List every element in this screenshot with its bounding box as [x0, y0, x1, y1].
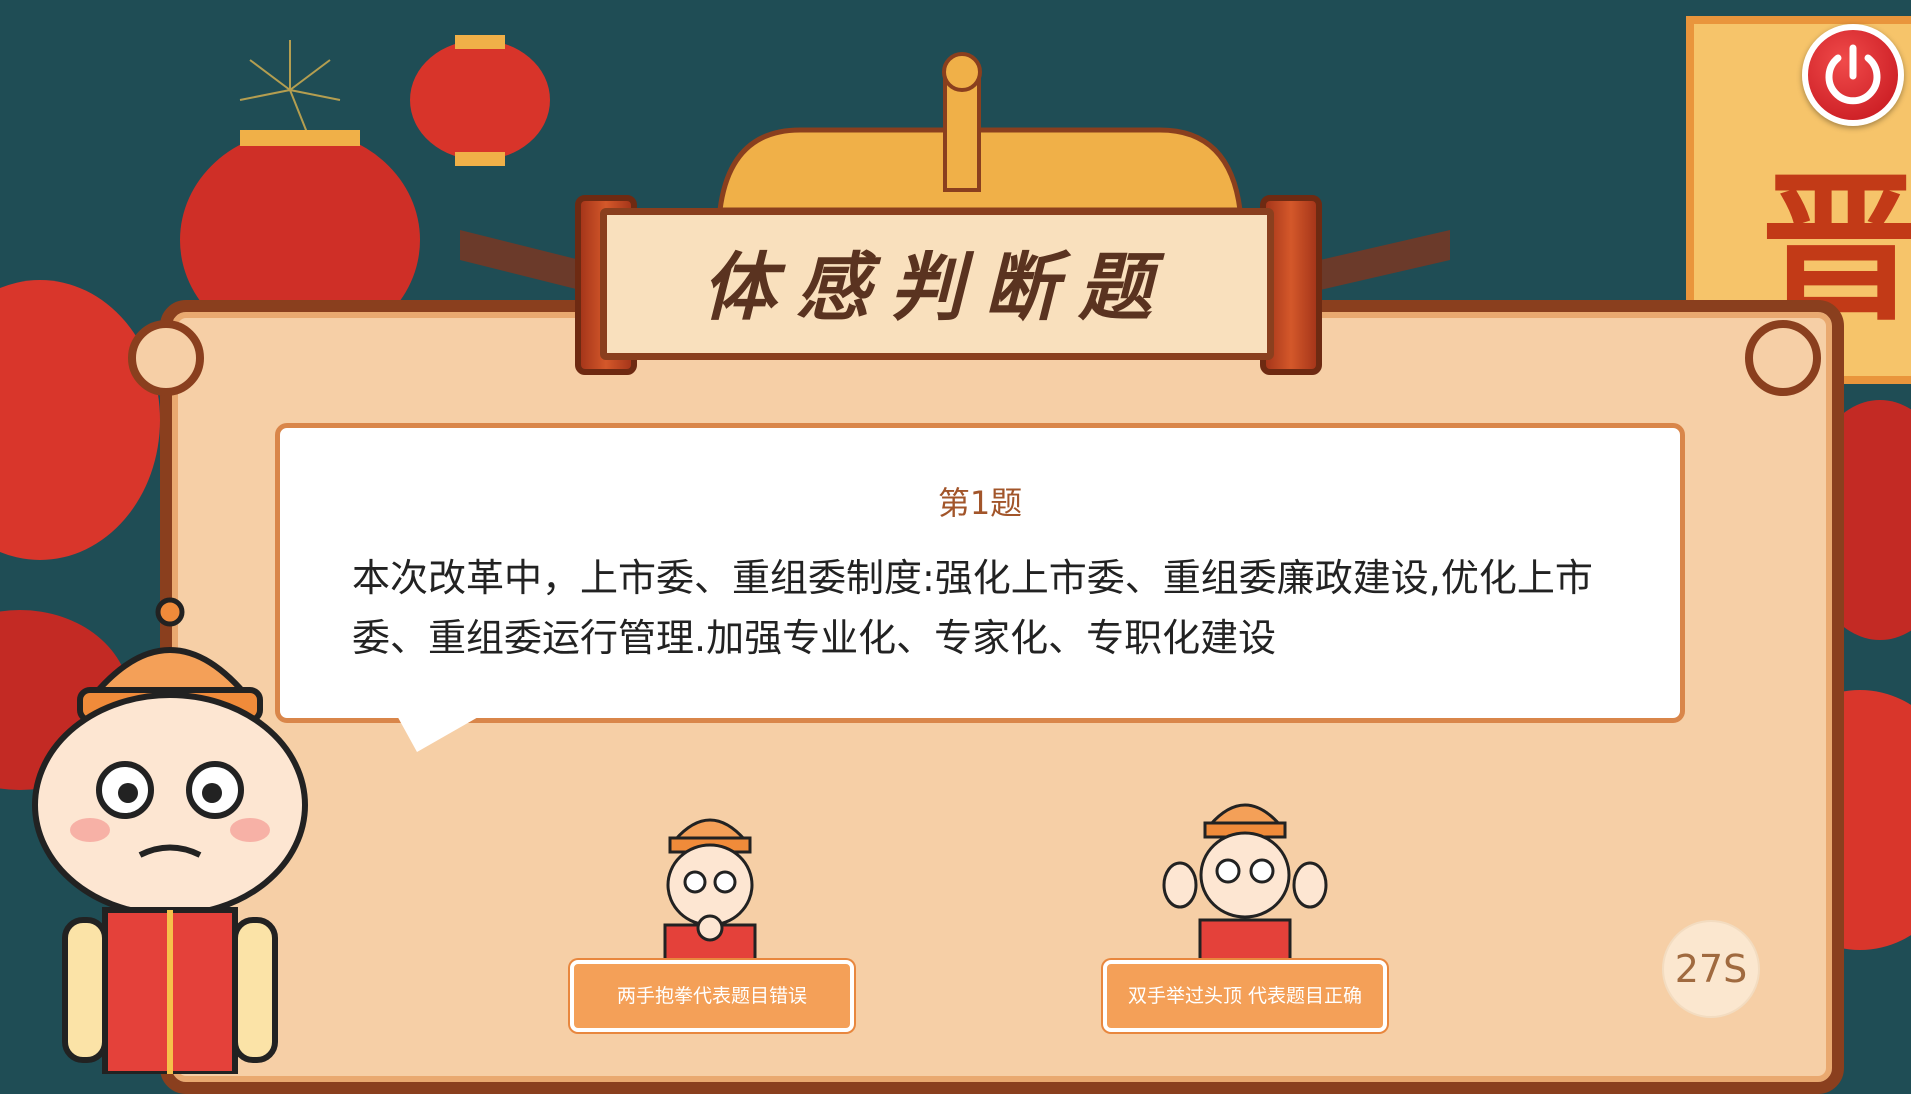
question-card: 第1题 本次改革中，上市委、重组委制度:强化上市委、重组委廉政建设,优化上市委、…: [275, 423, 1685, 723]
frame-corner-left: [128, 320, 204, 396]
speech-bubble-tail: [395, 712, 487, 752]
mascot-fist-icon: [663, 818, 757, 960]
choice-false-button[interactable]: 两手抱拳代表题目错误: [570, 960, 854, 1032]
frame-corner-right: [1745, 320, 1821, 396]
countdown-timer: 27S: [1662, 920, 1760, 1018]
question-text: 本次改革中，上市委、重组委制度:强化上市委、重组委廉政建设,优化上市委、重组委运…: [352, 556, 1593, 660]
choice-true-button[interactable]: 双手举过头顶 代表题目正确: [1103, 960, 1387, 1032]
power-icon: [1825, 44, 1881, 105]
mascot-host-icon: [32, 597, 308, 1074]
power-button[interactable]: [1802, 24, 1904, 126]
question-number: 第1题: [937, 484, 1023, 522]
mascot-arms-up-icon: [1162, 803, 1328, 960]
page-title: 体感判断题: [702, 245, 1172, 331]
